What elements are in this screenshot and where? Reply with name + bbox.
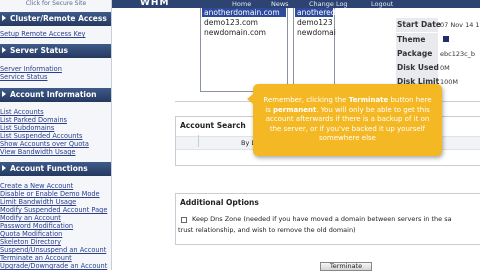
nav-service-status[interactable]: Service Status: [0, 73, 47, 81]
nav-changelog-link[interactable]: Change Log: [309, 0, 348, 8]
nav-modify-suspended-page[interactable]: Modify Suspended Account Page: [0, 206, 107, 214]
keep-dns-zone-label: Keep Dns Zone (needed if you have moved …: [192, 215, 452, 223]
nav-quota-modification[interactable]: Quota Modification: [0, 230, 62, 238]
tooltip-text: Remember, clicking the Terminate button …: [263, 96, 432, 142]
account-search-title: Account Search: [180, 121, 246, 130]
secure-site-link[interactable]: Click for Secure Site: [0, 0, 111, 8]
section-header-server-status[interactable]: Server Status: [0, 44, 111, 58]
section-header-account-functions[interactable]: Account Functions: [0, 162, 111, 176]
warning-tooltip: Remember, clicking the Terminate button …: [247, 84, 442, 156]
tooltip-pointer-icon: [247, 94, 253, 104]
domain-option[interactable]: demo123.com: [204, 18, 258, 28]
nav-list-subdomains[interactable]: List Subdomains: [0, 124, 54, 132]
nav-setup-remote-access-key[interactable]: Setup Remote Access Key: [0, 30, 85, 38]
domain-select-list[interactable]: anotherdomain.com demo123.com newdomain.…: [200, 8, 288, 92]
nav-server-information[interactable]: Server Information: [0, 65, 62, 73]
nav-home-link[interactable]: Home: [232, 0, 251, 8]
nav-create-account[interactable]: Create a New Account: [0, 182, 73, 190]
user-option[interactable]: anothered: [297, 8, 336, 18]
package-label: Package: [396, 47, 438, 61]
nav-password-modification[interactable]: Password Modification: [0, 222, 73, 230]
keep-dns-zone-label-cont: trust relationship, and wish to remove t…: [178, 226, 356, 234]
user-option[interactable]: demo123: [297, 18, 333, 28]
nav-terminate-account[interactable]: Terminate an Account: [0, 254, 72, 262]
start-date-value: 07 Nov 14 1: [440, 21, 480, 29]
divider: [198, 135, 199, 147]
nav-suspend-account[interactable]: Suspend/Unsuspend an Account: [0, 246, 106, 254]
start-date-label: Start Date: [396, 18, 441, 32]
nav-logout-link[interactable]: Logout: [371, 0, 393, 8]
nav-list-accounts[interactable]: List Accounts: [0, 108, 44, 116]
nav-skeleton-directory[interactable]: Skeleton Directory: [0, 238, 61, 246]
section-header-account-information[interactable]: Account Information: [0, 88, 111, 102]
nav-accounts-over-quota[interactable]: Show Accounts over Quota: [0, 140, 89, 148]
disk-limit-value: 100M: [440, 78, 459, 86]
nav-news-link[interactable]: News: [271, 0, 289, 8]
additional-options-title: Additional Options: [180, 198, 259, 207]
user-select-list[interactable]: anothered demo123 newdomai: [293, 8, 336, 92]
user-option[interactable]: newdomai: [297, 28, 336, 38]
nav-list-parked-domains[interactable]: List Parked Domains: [0, 116, 67, 124]
expand-arrow-icon: [2, 15, 6, 21]
expand-arrow-icon: [2, 91, 6, 97]
theme-label: Theme: [396, 33, 438, 47]
domain-option[interactable]: newdomain.com: [204, 28, 266, 38]
domain-option[interactable]: anotherdomain.com: [204, 8, 280, 18]
nav-limit-bandwidth[interactable]: Limit Bandwidth Usage: [0, 198, 76, 206]
sidebar: Click for Secure Site Cluster/Remote Acc…: [0, 0, 112, 270]
nav-modify-account[interactable]: Modify an Account: [0, 214, 61, 222]
disk-used-value: 0M: [440, 64, 450, 72]
expand-arrow-icon: [2, 165, 6, 171]
package-value: ebc123c_b: [440, 50, 476, 58]
nav-bandwidth-usage[interactable]: View Bandwidth Usage: [0, 148, 76, 156]
theme-swatch-icon: [443, 36, 449, 42]
nav-demo-mode[interactable]: Disable or Enable Demo Mode: [0, 190, 100, 198]
section-header-cluster[interactable]: Cluster/Remote Access: [0, 12, 111, 26]
nav-upgrade-downgrade[interactable]: Upgrade/Downgrade an Account: [0, 262, 107, 270]
keep-dns-zone-checkbox[interactable]: [181, 217, 187, 223]
disk-used-label: Disk Used: [396, 61, 439, 75]
nav-list-suspended-accounts[interactable]: List Suspended Accounts: [0, 132, 82, 140]
expand-arrow-icon: [2, 47, 6, 53]
whm-logo: WHM: [140, 0, 170, 8]
